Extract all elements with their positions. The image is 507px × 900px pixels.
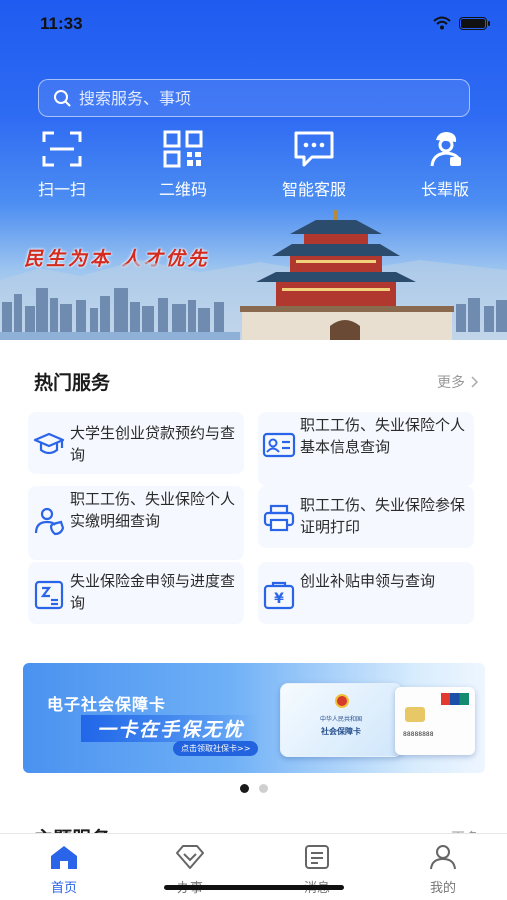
service-label: 职工工伤、失业保险个人实缴明细查询 [70, 490, 236, 530]
unionpay-logo-icon [441, 693, 469, 705]
user-icon [430, 845, 456, 870]
carousel-indicator [0, 784, 507, 793]
svg-text:¥: ¥ [274, 591, 284, 607]
yuan-bag-icon: ¥ [263, 581, 295, 610]
hero-header: 11:33 扫一扫 [0, 0, 507, 340]
service-item[interactable]: ¥ 创业补贴申领与查询 [258, 562, 474, 624]
quick-action-label: 长辈版 [420, 180, 469, 199]
message-icon [305, 845, 329, 869]
quick-action-elder[interactable]: 长辈版 [390, 130, 500, 200]
scan-icon [42, 131, 82, 167]
national-emblem-icon [335, 694, 349, 708]
service-item[interactable]: 职工工伤、失业保险个人基本信息查询 [258, 412, 474, 486]
elder-mode-icon [430, 132, 461, 167]
home-icon [51, 846, 77, 869]
social-security-card-illustration: 中华人民共和国 社会保障卡 [280, 683, 402, 757]
tab-profile[interactable]: 我的 [398, 844, 488, 896]
qrcode-icon [163, 130, 203, 168]
chat-service-icon [294, 131, 334, 167]
chevron-right-icon [471, 376, 479, 388]
bank-card-illustration: 88888888 [395, 687, 475, 755]
service-item[interactable]: 失业保险金申领与进度查询 [28, 562, 244, 624]
tab-label: 首页 [50, 881, 77, 896]
diamond-icon [176, 845, 204, 869]
tab-label: 我的 [429, 881, 456, 896]
quick-action-label: 扫一扫 [37, 180, 86, 199]
search-input[interactable] [79, 88, 469, 108]
service-label: 创业补贴申领与查询 [300, 572, 436, 590]
service-item[interactable]: 大学生创业贷款预约与查询 [28, 412, 244, 474]
id-card-icon [262, 432, 296, 458]
carousel-dot-active[interactable] [239, 784, 249, 793]
section-title-hot-services: 热门服务 [34, 372, 111, 394]
person-shield-icon [34, 507, 65, 536]
search-bar[interactable] [38, 79, 470, 117]
service-label: 职工工伤、失业保险参保证明打印 [300, 496, 466, 536]
service-label: 大学生创业贷款预约与查询 [70, 424, 236, 464]
search-icon [54, 90, 71, 107]
tab-home[interactable]: 首页 [19, 844, 109, 896]
more-label: 更多 [437, 375, 465, 391]
graduation-cap-icon [33, 432, 65, 455]
status-bar: 11:33 [0, 0, 507, 50]
status-time: 11:33 [40, 14, 83, 33]
quick-action-service[interactable]: 智能客服 [259, 130, 369, 200]
quick-action-label: 智能客服 [281, 180, 346, 199]
wifi-icon [433, 16, 451, 30]
card-header-text: 中华人民共和国 [319, 716, 362, 723]
service-item[interactable]: 职工工伤、失业保险个人实缴明细查询 [28, 486, 244, 560]
content-card: 热门服务 更多 大学生创业贷款预约与查询 职工工伤、失业保险个人基本信息查询 职… [0, 340, 507, 850]
home-indicator [164, 885, 344, 890]
service-item[interactable]: 职工工伤、失业保险参保证明打印 [258, 486, 474, 548]
city-skyline-illustration [0, 210, 507, 340]
hot-services-more-link[interactable]: 更多 [437, 372, 479, 392]
service-label: 失业保险金申领与进度查询 [70, 572, 236, 612]
chip-icon [405, 707, 425, 722]
social-security-card-banner[interactable]: 电子社会保障卡 一卡在手保无忧 点击领取社保卡>> 中华人民共和国 社会保障卡 … [23, 663, 485, 773]
carousel-dot[interactable] [258, 784, 268, 793]
quick-action-label: 二维码 [158, 180, 207, 199]
banner-title: 电子社会保障卡 [47, 695, 167, 714]
banner-cta[interactable]: 点击领取社保卡>> [173, 741, 259, 756]
quick-actions: 扫一扫 二维码 智能客服 长辈版 [0, 130, 507, 202]
status-icons [433, 16, 490, 30]
document-check-icon [34, 580, 64, 610]
service-label: 职工工伤、失业保险个人基本信息查询 [300, 416, 466, 456]
quick-action-scan[interactable]: 扫一扫 [7, 130, 117, 200]
quick-action-qrcode[interactable]: 二维码 [128, 130, 238, 200]
card-number: 88888888 [403, 731, 434, 738]
banner-subtitle: 一卡在手保无忧 [81, 715, 261, 742]
battery-icon [459, 16, 490, 30]
printer-icon [263, 504, 295, 532]
card-title-text: 社会保障卡 [321, 727, 361, 736]
